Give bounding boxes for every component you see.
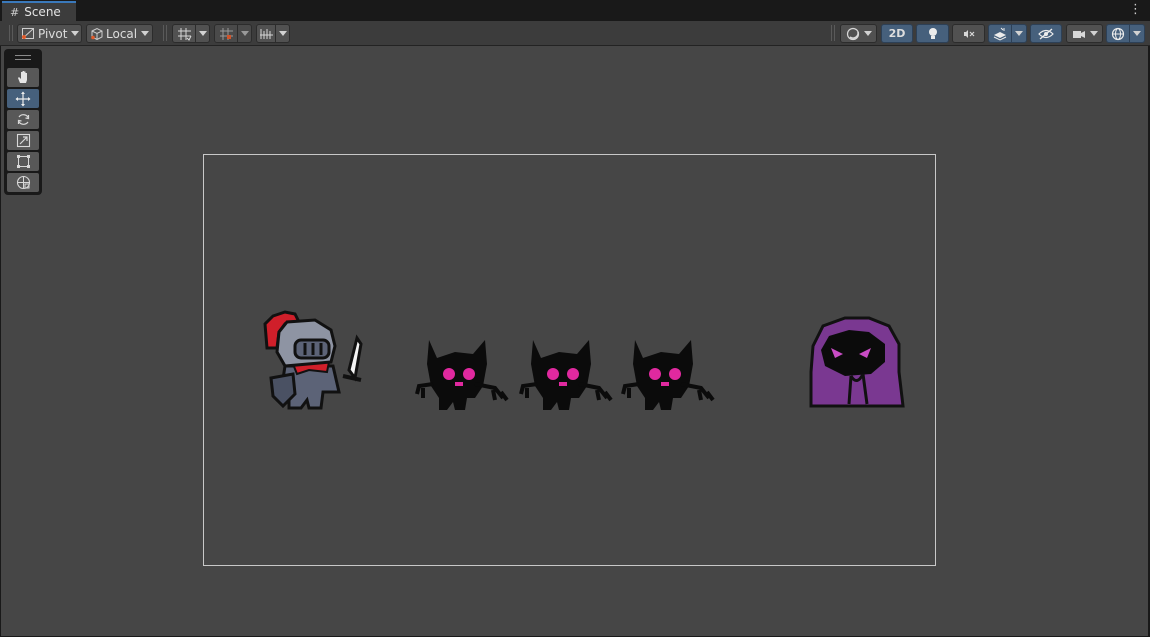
rotate-icon xyxy=(17,114,29,125)
scene-grid-icon: # xyxy=(10,5,20,19)
local-label: Local xyxy=(106,26,138,41)
move-arrows-icon xyxy=(15,91,31,106)
chevron-down-icon xyxy=(1089,31,1098,36)
imp-sprite[interactable] xyxy=(519,336,613,412)
layers-effects-icon xyxy=(993,27,1007,41)
chevron-down-icon xyxy=(863,31,872,36)
effects-toggle[interactable] xyxy=(988,24,1012,43)
scene-toolbar: Pivot Local 2D xyxy=(0,21,1150,46)
transform-tool[interactable] xyxy=(7,173,39,192)
increment-snap-dropdown[interactable] xyxy=(275,24,290,43)
knight-sprite[interactable] xyxy=(259,308,369,416)
grid-visibility-toggle[interactable] xyxy=(172,24,196,43)
gizmo-sphere-icon xyxy=(1111,27,1125,40)
space-mode-dropdown[interactable]: Local xyxy=(86,24,153,43)
rect-tool[interactable] xyxy=(7,152,39,171)
rect-transform-icon xyxy=(16,155,30,168)
toolbar-grip[interactable] xyxy=(163,25,167,41)
camera-settings-dropdown[interactable] xyxy=(1066,24,1103,43)
pivot-mode-dropdown[interactable]: Pivot xyxy=(17,24,82,43)
transform-icon xyxy=(16,175,30,190)
toolbar-grip[interactable] xyxy=(9,25,13,41)
shaded-sphere-icon xyxy=(846,27,859,40)
scene-visibility-toggle[interactable] xyxy=(1030,24,1062,43)
audio-toggle[interactable] xyxy=(952,24,985,43)
scale-icon xyxy=(16,133,30,148)
pivot-label: Pivot xyxy=(38,26,68,41)
tab-scene[interactable]: # Scene xyxy=(2,1,76,21)
audio-muted-icon xyxy=(963,29,974,38)
eye-hidden-icon xyxy=(1038,28,1054,39)
draw-mode-dropdown[interactable] xyxy=(840,24,877,43)
grid-snapping-toggle[interactable] xyxy=(214,24,238,43)
lightbulb-icon xyxy=(928,27,937,39)
gizmos-dropdown[interactable] xyxy=(1129,24,1145,43)
increment-snap-icon xyxy=(259,28,273,39)
chevron-down-icon xyxy=(71,31,80,36)
grid-snapping-dropdown[interactable] xyxy=(237,24,252,43)
palette-drag-handle[interactable] xyxy=(15,55,31,60)
tab-bar: # Scene ⋮ xyxy=(0,0,1150,22)
toolbar-grip[interactable] xyxy=(831,25,835,41)
hand-tool[interactable] xyxy=(7,68,39,87)
increment-snap-toggle[interactable] xyxy=(256,24,276,43)
scale-tool[interactable] xyxy=(7,131,39,150)
chevron-down-icon xyxy=(278,31,287,36)
grid-icon xyxy=(177,27,191,41)
chevron-down-icon xyxy=(1015,31,1023,36)
imp-sprite[interactable] xyxy=(621,336,715,412)
chevron-down-icon xyxy=(198,31,207,36)
grid-snap-icon xyxy=(219,27,233,40)
grid-visibility-dropdown[interactable] xyxy=(195,24,210,43)
kebab-menu-icon[interactable]: ⋮ xyxy=(1129,2,1142,17)
local-cube-icon xyxy=(91,27,103,40)
chevron-down-icon xyxy=(1133,31,1141,36)
hooded-cultist-sprite[interactable] xyxy=(805,316,905,410)
tab-scene-label: Scene xyxy=(24,5,61,19)
tool-palette xyxy=(4,49,42,195)
scene-window: # Scene ⋮ Pivot Local 2D xyxy=(0,0,1150,637)
chevron-down-icon xyxy=(240,31,249,36)
imp-sprite[interactable] xyxy=(415,336,509,412)
chevron-down-icon xyxy=(141,31,150,36)
scene-viewport[interactable] xyxy=(1,46,1148,636)
2d-label: 2D xyxy=(888,27,906,40)
rotate-tool[interactable] xyxy=(7,110,39,129)
effects-dropdown[interactable] xyxy=(1011,24,1027,43)
hand-icon xyxy=(17,71,27,83)
move-tool[interactable] xyxy=(7,89,39,108)
gizmos-toggle[interactable] xyxy=(1106,24,1130,43)
2d-toggle[interactable]: 2D xyxy=(881,24,913,43)
lighting-toggle[interactable] xyxy=(916,24,949,43)
camera-icon xyxy=(1072,30,1085,38)
pivot-icon xyxy=(22,28,34,39)
